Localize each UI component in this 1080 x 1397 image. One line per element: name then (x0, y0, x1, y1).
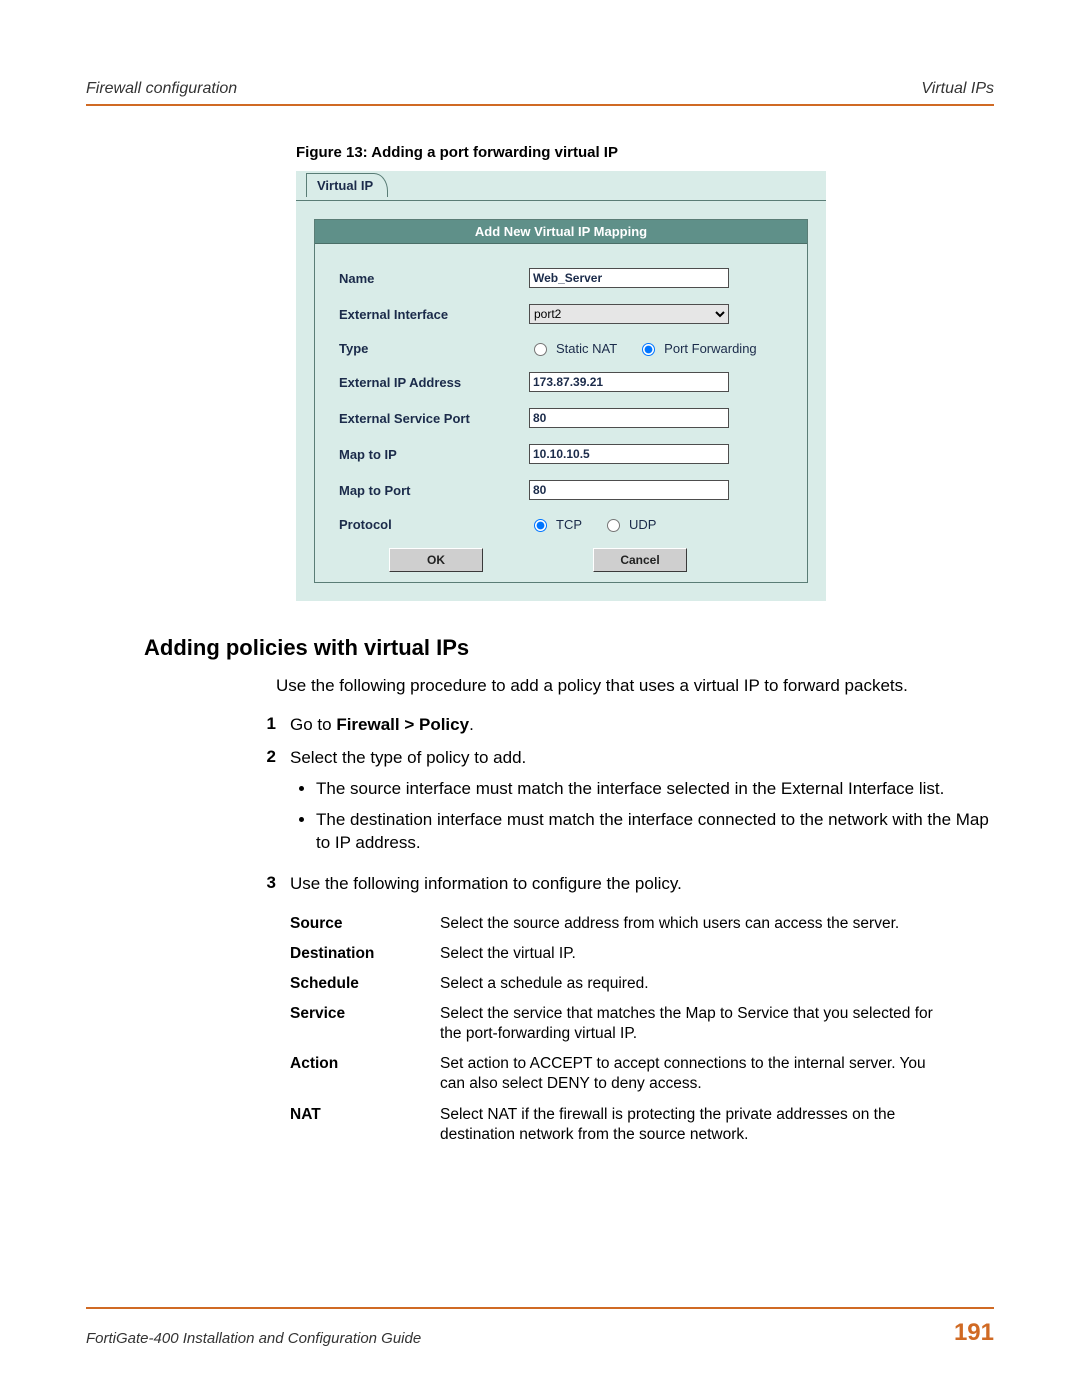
policy-label: Schedule (290, 974, 440, 994)
step-body: Go to Firewall > Policy. (290, 714, 994, 737)
radio-tcp[interactable] (534, 519, 547, 532)
panel: Add New Virtual IP Mapping Name External… (314, 219, 808, 583)
step1-bold: Firewall > Policy (336, 715, 469, 734)
step-3: 3 Use the following information to confi… (276, 873, 994, 1155)
row-ext-interface: External Interface port2 (339, 304, 783, 324)
policy-label: NAT (290, 1105, 440, 1145)
policy-row-source: Source Select the source address from wh… (290, 914, 950, 934)
label-map-ip: Map to IP (339, 447, 529, 462)
page-footer: FortiGate-400 Installation and Configura… (86, 1307, 994, 1347)
button-row: OK Cancel (339, 548, 783, 572)
radio-udp-label: UDP (629, 517, 656, 532)
radio-tcp-label: TCP (556, 517, 582, 532)
ext-interface-select[interactable]: port2 (529, 304, 729, 324)
label-ext-ip: External IP Address (339, 375, 529, 390)
name-input[interactable] (529, 268, 729, 288)
policy-row-service: Service Select the service that matches … (290, 1004, 950, 1044)
policy-label: Destination (290, 944, 440, 964)
policy-value: Select the source address from which use… (440, 914, 950, 934)
page-number: 191 (954, 1319, 994, 1347)
type-radio-group: Static NAT Port Forwarding (529, 340, 771, 356)
policy-row-schedule: Schedule Select a schedule as required. (290, 974, 950, 994)
protocol-radio-group: TCP UDP (529, 516, 670, 532)
row-map-port: Map to Port (339, 480, 783, 500)
radio-udp[interactable] (607, 519, 620, 532)
step1-suffix: . (469, 715, 474, 734)
header-right: Virtual IPs (921, 80, 994, 98)
policy-value: Select a schedule as required. (440, 974, 950, 994)
policy-label: Source (290, 914, 440, 934)
step3-text: Use the following information to configu… (290, 874, 682, 893)
map-ip-input[interactable] (529, 444, 729, 464)
step-2: 2 Select the type of policy to add. The … (276, 747, 994, 863)
step-body: Select the type of policy to add. The so… (290, 747, 994, 863)
step2-text: Select the type of policy to add. (290, 748, 526, 767)
radio-static-nat[interactable] (534, 343, 547, 356)
label-ext-interface: External Interface (339, 307, 529, 322)
policy-row-nat: NAT Select NAT if the firewall is protec… (290, 1105, 950, 1145)
policy-value: Set action to ACCEPT to accept connectio… (440, 1054, 950, 1094)
radio-port-forwarding[interactable] (642, 343, 655, 356)
policy-value: Select NAT if the firewall is protecting… (440, 1105, 950, 1145)
label-protocol: Protocol (339, 517, 529, 532)
policy-label: Service (290, 1004, 440, 1044)
header-left: Firewall configuration (86, 80, 237, 98)
tab-underline (296, 200, 826, 201)
tab-row: Virtual IP (296, 171, 826, 201)
row-map-ip: Map to IP (339, 444, 783, 464)
row-name: Name (339, 268, 783, 288)
label-name: Name (339, 271, 529, 286)
step-number: 1 (246, 714, 290, 734)
steps-list: 1 Go to Firewall > Policy. 2 Select the … (276, 714, 994, 1155)
step2-bullet-1: The source interface must match the inte… (316, 778, 994, 801)
label-map-port: Map to Port (339, 483, 529, 498)
step1-prefix: Go to (290, 715, 336, 734)
form-area: Name External Interface port2 Type Stati… (315, 244, 807, 582)
panel-title: Add New Virtual IP Mapping (315, 220, 807, 244)
row-ext-ip: External IP Address (339, 372, 783, 392)
policy-label: Action (290, 1054, 440, 1094)
tab-virtual-ip[interactable]: Virtual IP (306, 173, 388, 197)
ext-port-input[interactable] (529, 408, 729, 428)
cancel-button[interactable]: Cancel (593, 548, 687, 572)
step2-bullets: The source interface must match the inte… (290, 778, 994, 855)
section-heading: Adding policies with virtual IPs (144, 635, 994, 661)
policy-row-destination: Destination Select the virtual IP. (290, 944, 950, 964)
row-ext-port: External Service Port (339, 408, 783, 428)
radio-port-forwarding-label: Port Forwarding (664, 341, 756, 356)
map-port-input[interactable] (529, 480, 729, 500)
label-type: Type (339, 341, 529, 356)
figure-caption: Figure 13: Adding a port forwarding virt… (296, 144, 994, 161)
intro-text: Use the following procedure to add a pol… (276, 675, 994, 698)
step-number: 2 (246, 747, 290, 767)
ext-ip-input[interactable] (529, 372, 729, 392)
step-number: 3 (246, 873, 290, 893)
step-1: 1 Go to Firewall > Policy. (276, 714, 994, 737)
step2-bullet-2: The destination interface must match the… (316, 809, 994, 855)
row-protocol: Protocol TCP UDP (339, 516, 783, 532)
virtual-ip-dialog: Virtual IP Add New Virtual IP Mapping Na… (296, 171, 826, 601)
ok-button[interactable]: OK (389, 548, 483, 572)
policy-row-action: Action Set action to ACCEPT to accept co… (290, 1054, 950, 1094)
page-header: Firewall configuration Virtual IPs (86, 80, 994, 106)
row-type: Type Static NAT Port Forwarding (339, 340, 783, 356)
step-body: Use the following information to configu… (290, 873, 994, 1155)
label-ext-port: External Service Port (339, 411, 529, 426)
policy-value: Select the service that matches the Map … (440, 1004, 950, 1044)
footer-title: FortiGate-400 Installation and Configura… (86, 1330, 421, 1347)
policy-value: Select the virtual IP. (440, 944, 950, 964)
radio-static-nat-label: Static NAT (556, 341, 617, 356)
policy-table: Source Select the source address from wh… (290, 914, 950, 1145)
